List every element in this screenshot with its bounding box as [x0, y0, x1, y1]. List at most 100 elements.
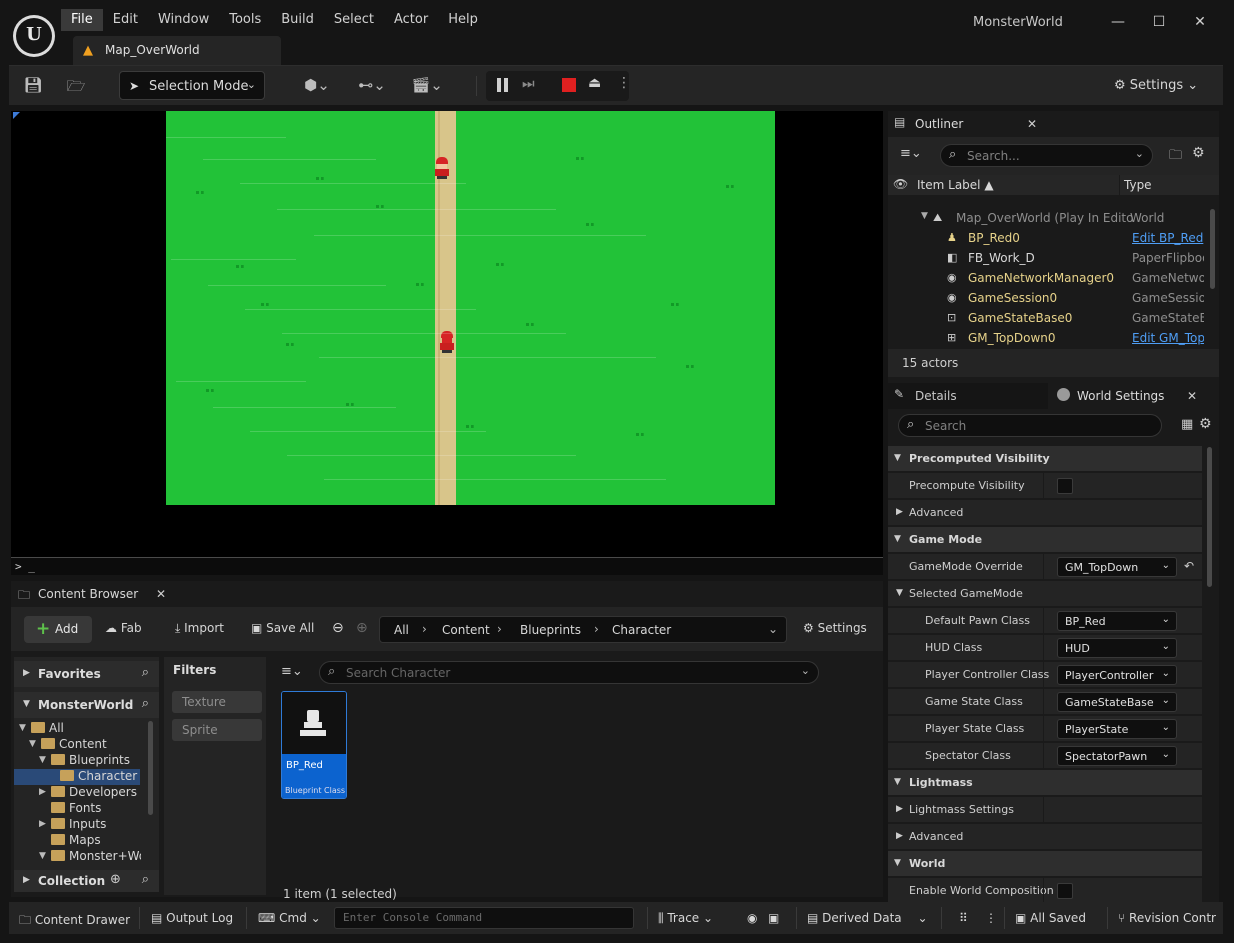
- tree-item-character[interactable]: Character: [14, 769, 140, 785]
- collection-header[interactable]: ▶ Collection ⊕ ⌕: [14, 870, 159, 892]
- browse-icon[interactable]: 🗁︎: [65, 76, 87, 96]
- close-icon[interactable]: ✕: [156, 587, 166, 601]
- tree-item-all[interactable]: ▼ All: [17, 721, 137, 737]
- history-back-icon[interactable]: ⊖: [332, 614, 344, 640]
- row-advanced[interactable]: ▶ Advanced: [888, 499, 1202, 525]
- add-collection-icon[interactable]: ⊕: [110, 872, 121, 887]
- filter-chip-texture[interactable]: Texture: [172, 691, 262, 713]
- class-dropdown[interactable]: GameStateBase ⌄: [1057, 692, 1177, 712]
- crumb-content[interactable]: Content: [442, 623, 490, 637]
- row-selected-gamemode[interactable]: ▼ Selected GameMode: [888, 580, 1202, 606]
- details-tab[interactable]: ✎ Details: [888, 383, 1048, 409]
- tree-item-maps[interactable]: Maps: [17, 833, 137, 849]
- row-advanced-lightmass[interactable]: ▶ Advanced: [888, 823, 1202, 849]
- outliner-type-link[interactable]: Edit BP_Red: [1132, 231, 1204, 245]
- search-icon[interactable]: ⌕: [142, 872, 149, 887]
- menu-build[interactable]: Build: [271, 9, 324, 31]
- tree-scrollbar[interactable]: [148, 721, 153, 815]
- outliner-row[interactable]: ◉ GameNetworkManager0 GameNetwor: [888, 268, 1219, 288]
- maximize-icon[interactable]: ☐: [1142, 11, 1176, 33]
- outliner-tab[interactable]: ▤ Outliner ✕: [888, 111, 1048, 137]
- cmd-dropdown[interactable]: ⌨︎ Cmd ⌄: [258, 911, 321, 925]
- blueprint-icon[interactable]: ⊷⌄: [354, 76, 390, 96]
- outliner-row[interactable]: ♟︎ BP_Red0 Edit BP_Red: [888, 228, 1219, 248]
- outliner-row[interactable]: ◉ GameSession0 GameSession: [888, 288, 1219, 308]
- selection-mode-dropdown[interactable]: ➤ Selection Mode ⌄: [119, 71, 265, 100]
- viewport-console[interactable]: > _: [11, 557, 883, 575]
- class-dropdown[interactable]: PlayerController ⌄: [1057, 665, 1177, 685]
- world-composition-checkbox[interactable]: [1057, 883, 1073, 899]
- fab-button[interactable]: ☁ Fab: [105, 615, 142, 641]
- more-options-icon[interactable]: ⋮: [985, 911, 997, 925]
- eye-icon[interactable]: 👁︎: [893, 177, 908, 191]
- trace-dropdown[interactable]: ⫼ Trace ⌄: [658, 911, 713, 926]
- add-folder-icon[interactable]: 🗀︎: [1169, 146, 1182, 168]
- eject-icon[interactable]: ⏏︎: [588, 75, 606, 93]
- column-item-label[interactable]: Item Label ▲: [917, 178, 994, 192]
- crumb-blueprints[interactable]: Blueprints: [520, 623, 581, 637]
- all-saved-button[interactable]: ▣ All Saved: [1015, 911, 1086, 925]
- category-precomputed-visibility[interactable]: ▼ Precomputed Visibility: [888, 445, 1202, 471]
- add-actor-icon[interactable]: ⬢⌄: [299, 76, 335, 96]
- more-options-icon[interactable]: ⋮: [617, 75, 631, 91]
- tree-item-fonts[interactable]: Fonts: [17, 801, 137, 817]
- content-browser-tab[interactable]: 🗀︎ Content Browser ✕: [11, 581, 166, 607]
- table-view-icon[interactable]: ▦: [1181, 417, 1193, 432]
- search-icon[interactable]: ⌕: [142, 665, 149, 680]
- level-viewport[interactable]: [11, 111, 883, 557]
- menu-window[interactable]: Window: [148, 9, 219, 31]
- output-log-button[interactable]: ▤ Output Log: [151, 911, 233, 925]
- menu-help[interactable]: Help: [438, 9, 488, 31]
- save-icon[interactable]: 💾︎: [22, 76, 44, 96]
- history-forward-icon[interactable]: ⊕: [356, 614, 368, 640]
- close-icon[interactable]: ✕: [1027, 117, 1037, 131]
- filter-icon[interactable]: ≡⌄: [281, 664, 303, 679]
- chevron-down-icon[interactable]: ⌄: [768, 622, 778, 636]
- cinematics-icon[interactable]: 🎬︎⌄: [409, 76, 445, 96]
- precompute-visibility-checkbox[interactable]: [1057, 478, 1073, 494]
- tree-item-inputs[interactable]: ▶ Inputs: [17, 817, 137, 833]
- filter-icon[interactable]: ≡⌄: [900, 146, 922, 161]
- settings-button[interactable]: ⚙ Settings ⌄: [1114, 78, 1198, 93]
- outliner-type-link[interactable]: Edit GM_TopI: [1132, 331, 1204, 345]
- details-search-input[interactable]: ⌕ Search: [898, 414, 1162, 437]
- column-type[interactable]: Type: [1124, 178, 1152, 192]
- step-icon[interactable]: ⏭︎: [522, 76, 540, 94]
- class-dropdown[interactable]: BP_Red ⌄: [1057, 611, 1177, 631]
- cb-settings-button[interactable]: ⚙ Settings: [803, 615, 867, 641]
- tree-item-developers[interactable]: ▶ Developers: [17, 785, 137, 801]
- filter-chip-sprite[interactable]: Sprite: [172, 719, 262, 741]
- menu-edit[interactable]: Edit: [103, 9, 148, 31]
- project-header[interactable]: ▼ MonsterWorld ⌕: [14, 692, 159, 718]
- content-drawer-button[interactable]: 🗀︎ Content Drawer: [19, 911, 130, 932]
- gear-icon[interactable]: ⚙: [1199, 416, 1212, 432]
- outliner-row[interactable]: ◧ FB_Work_D PaperFlipboo: [888, 248, 1219, 268]
- asset-search-input[interactable]: ⌕ Search Character ⌄: [319, 661, 819, 684]
- row-lightmass-settings[interactable]: ▶ Lightmass Settings: [888, 796, 1202, 823]
- category-lightmass[interactable]: ▼ Lightmass: [888, 769, 1202, 795]
- outliner-scrollbar[interactable]: [1210, 209, 1215, 289]
- close-window-icon[interactable]: ✕: [1183, 11, 1217, 33]
- crumb-character[interactable]: Character: [612, 623, 671, 637]
- source-control-icon[interactable]: ⠿: [959, 911, 968, 925]
- record-icon[interactable]: ◉: [747, 911, 757, 925]
- menu-tools[interactable]: Tools: [219, 9, 271, 31]
- minimize-icon[interactable]: —: [1101, 11, 1135, 33]
- crumb-all[interactable]: All: [394, 623, 409, 637]
- derived-data-dropdown[interactable]: ▤ Derived Data ⌄: [807, 911, 928, 925]
- category-game-mode[interactable]: ▼ Game Mode: [888, 526, 1202, 552]
- import-button[interactable]: ⤓ Import: [175, 615, 224, 641]
- level-tab[interactable]: ▲ Map_OverWorld: [73, 36, 281, 65]
- unreal-engine-logo[interactable]: U: [13, 15, 55, 57]
- outliner-row[interactable]: ⊡ GameStateBase0 GameStateBa: [888, 308, 1219, 328]
- gamemode-override-dropdown[interactable]: GM_TopDown ⌄: [1057, 557, 1177, 577]
- save-all-button[interactable]: ▣ Save All: [251, 615, 314, 641]
- menu-file[interactable]: File: [61, 9, 103, 31]
- favorites-header[interactable]: ▶ Favorites ⌕: [14, 661, 159, 687]
- viewport-options-icon[interactable]: [13, 112, 20, 119]
- category-world[interactable]: ▼ World: [888, 850, 1202, 876]
- details-scrollbar[interactable]: [1207, 447, 1212, 587]
- gear-icon[interactable]: ⚙: [1192, 145, 1205, 161]
- tree-item-content[interactable]: ▼ Content: [17, 737, 137, 753]
- class-dropdown[interactable]: HUD ⌄: [1057, 638, 1177, 658]
